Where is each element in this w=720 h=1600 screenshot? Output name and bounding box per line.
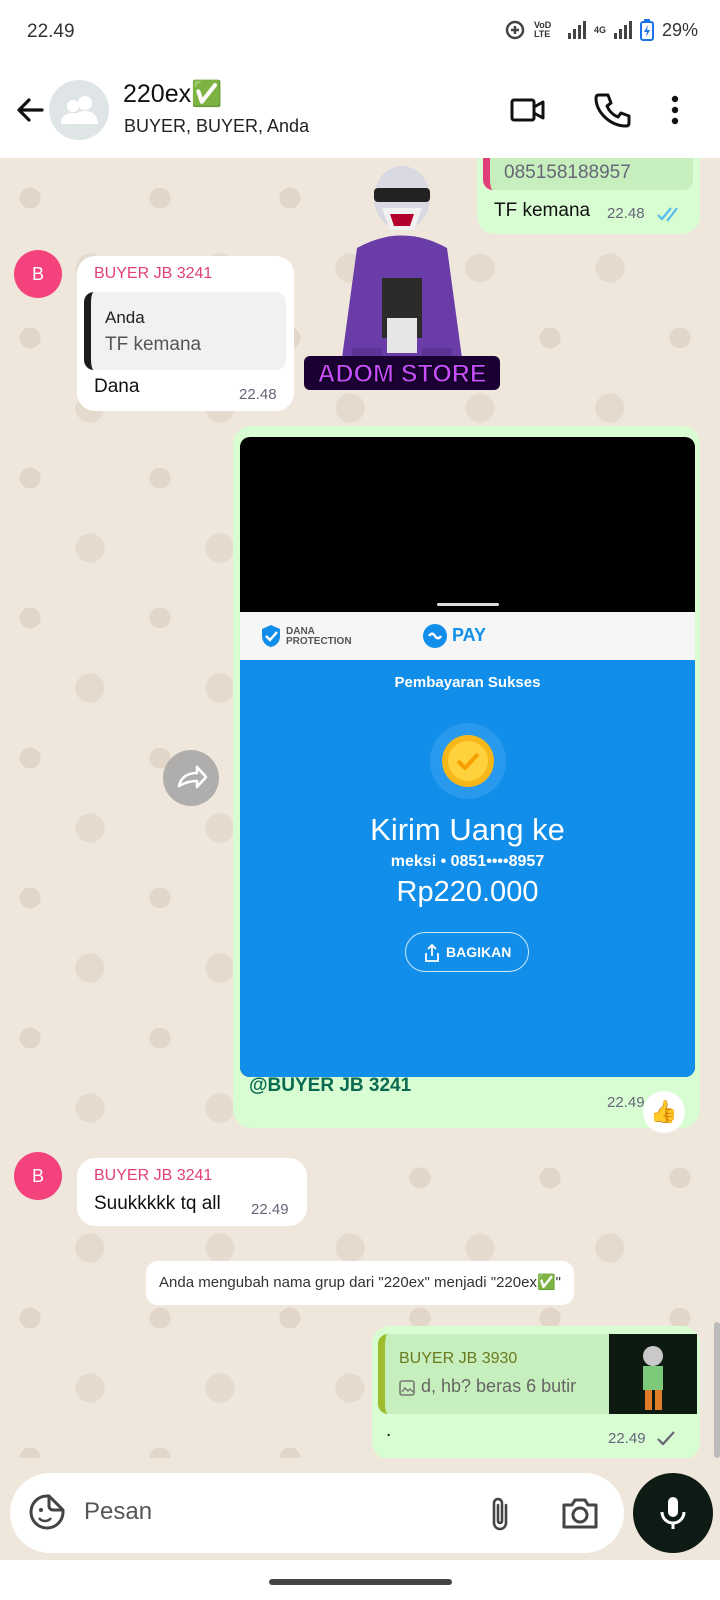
network-type: 4G xyxy=(593,25,606,35)
payment-recipient: meksi • 0851••••8957 xyxy=(390,853,545,870)
system-message: Anda mengubah nama grup dari "220ex" men… xyxy=(146,1261,574,1305)
quoted-message[interactable]: 085158188957 xyxy=(483,158,693,190)
chat-header: 220ex✅ BUYER, BUYER, Anda xyxy=(0,64,720,158)
media-caption[interactable]: @BUYER JB 3241 xyxy=(249,1075,411,1097)
chat-participants[interactable]: BUYER, BUYER, Anda xyxy=(124,116,309,137)
sender-name[interactable]: BUYER JB 3241 xyxy=(94,265,212,283)
system-nav-bar xyxy=(0,1560,720,1600)
more-options-icon[interactable] xyxy=(663,90,687,130)
sender-avatar[interactable]: B xyxy=(14,250,62,298)
quoted-message[interactable]: BUYER JB 3930 d, hb? beras 6 butir xyxy=(378,1334,697,1414)
payment-status: Pembayaran Sukses xyxy=(394,674,541,691)
message-text: . xyxy=(386,1420,392,1441)
outgoing-message[interactable]: 085158188957 TF kemana 22.48 xyxy=(477,158,700,234)
dana-protection-label: DANA PROTECTION xyxy=(286,626,352,647)
quote-text: TF kemana xyxy=(105,334,202,355)
group-icon xyxy=(61,96,98,124)
signal-icon xyxy=(567,21,586,39)
share-button[interactable]: BAGIKAN xyxy=(405,932,529,972)
sender-name[interactable]: BUYER JB 3241 xyxy=(94,1167,212,1185)
incoming-message[interactable]: BUYER JB 3241 Anda TF kemana Dana 22.48 xyxy=(77,256,294,411)
status-time: 22.49 xyxy=(27,21,75,42)
payment-heading: Kirim Uang ke xyxy=(370,812,565,847)
group-avatar[interactable] xyxy=(49,80,109,140)
share-icon xyxy=(425,944,439,962)
dana-pay-icon xyxy=(423,624,447,648)
thumbs-up-reaction: 👍 xyxy=(650,1099,678,1124)
read-receipt-icon xyxy=(657,207,678,222)
screenshot-handle xyxy=(437,603,499,606)
battery-charging-icon xyxy=(639,19,654,41)
data-saver-icon xyxy=(505,20,525,40)
dana-protection-icon xyxy=(262,625,280,647)
microphone-icon xyxy=(660,1497,686,1529)
sender-avatar[interactable]: B xyxy=(14,1152,62,1200)
dana-pay-label: PAY xyxy=(452,625,487,645)
video-call-icon[interactable] xyxy=(508,90,548,130)
quoted-image-thumbnail[interactable] xyxy=(609,1334,697,1414)
volte-indicator: VoD LTE xyxy=(533,20,552,39)
forward-icon xyxy=(177,765,208,789)
message-text: Dana xyxy=(94,376,140,397)
battery-percent: 29% xyxy=(661,19,698,40)
message-input-bar[interactable]: Pesan xyxy=(10,1473,624,1553)
back-arrow-icon[interactable] xyxy=(12,92,48,128)
payment-amount: Rp220.000 xyxy=(396,876,539,908)
attach-icon[interactable] xyxy=(486,1495,514,1533)
quoted-phone: 085158188957 xyxy=(504,162,631,183)
quote-text: d, hb? beras 6 butir xyxy=(421,1376,577,1396)
share-button-label: BAGIKAN xyxy=(446,944,512,960)
quote-author: BUYER JB 3930 xyxy=(399,1350,518,1367)
camera-icon[interactable] xyxy=(560,1495,600,1531)
sticker-caption: ADOM STORE xyxy=(318,360,487,388)
status-bar: 22.49 VoD LTE 4G 29% xyxy=(0,0,720,64)
chat-area[interactable]: 085158188957 TF kemana 22.48 ADOM STORE … xyxy=(0,158,720,1458)
outgoing-message[interactable]: BUYER JB 3930 d, hb? beras 6 butir . 22.… xyxy=(372,1326,700,1458)
sticker-image[interactable]: ADOM STORE xyxy=(302,158,502,398)
message-text: Suukkkkk tq all xyxy=(94,1193,221,1214)
chat-title[interactable]: 220ex✅ xyxy=(123,80,222,109)
voice-call-icon[interactable] xyxy=(592,90,632,130)
message-time: 22.48 xyxy=(607,205,645,222)
payment-screenshot[interactable]: DANA PROTECTION PAY Pembayaran Sukses Ki… xyxy=(240,437,695,1077)
quote-author: Anda xyxy=(105,308,145,327)
reaction-badge[interactable]: 👍 xyxy=(643,1091,685,1133)
status-icons: VoD LTE 4G 29% xyxy=(504,19,698,41)
message-time: 22.49 xyxy=(251,1201,289,1218)
message-time: 22.48 xyxy=(239,386,277,403)
dana-header: DANA PROTECTION PAY xyxy=(240,612,695,660)
message-time: 22.49 xyxy=(608,1430,646,1447)
sent-tick-icon xyxy=(657,1431,675,1446)
success-coin-icon xyxy=(430,723,506,799)
scrollbar[interactable] xyxy=(714,1322,720,1458)
mic-button[interactable] xyxy=(633,1473,713,1553)
incoming-message[interactable]: BUYER JB 3241 Suukkkkk tq all 22.49 xyxy=(77,1158,307,1226)
message-time: 22.49 xyxy=(607,1094,645,1111)
sticker-icon[interactable] xyxy=(27,1492,67,1532)
message-input[interactable]: Pesan xyxy=(84,1498,152,1526)
home-gesture-handle[interactable] xyxy=(269,1579,452,1585)
quoted-message[interactable]: Anda TF kemana xyxy=(84,292,286,370)
image-icon xyxy=(399,1380,415,1396)
signal-icon-2 xyxy=(613,21,632,39)
forward-button[interactable] xyxy=(163,750,219,806)
message-text: TF kemana xyxy=(494,200,591,221)
payment-success-panel: Pembayaran Sukses Kirim Uang ke meksi • … xyxy=(240,660,695,1077)
